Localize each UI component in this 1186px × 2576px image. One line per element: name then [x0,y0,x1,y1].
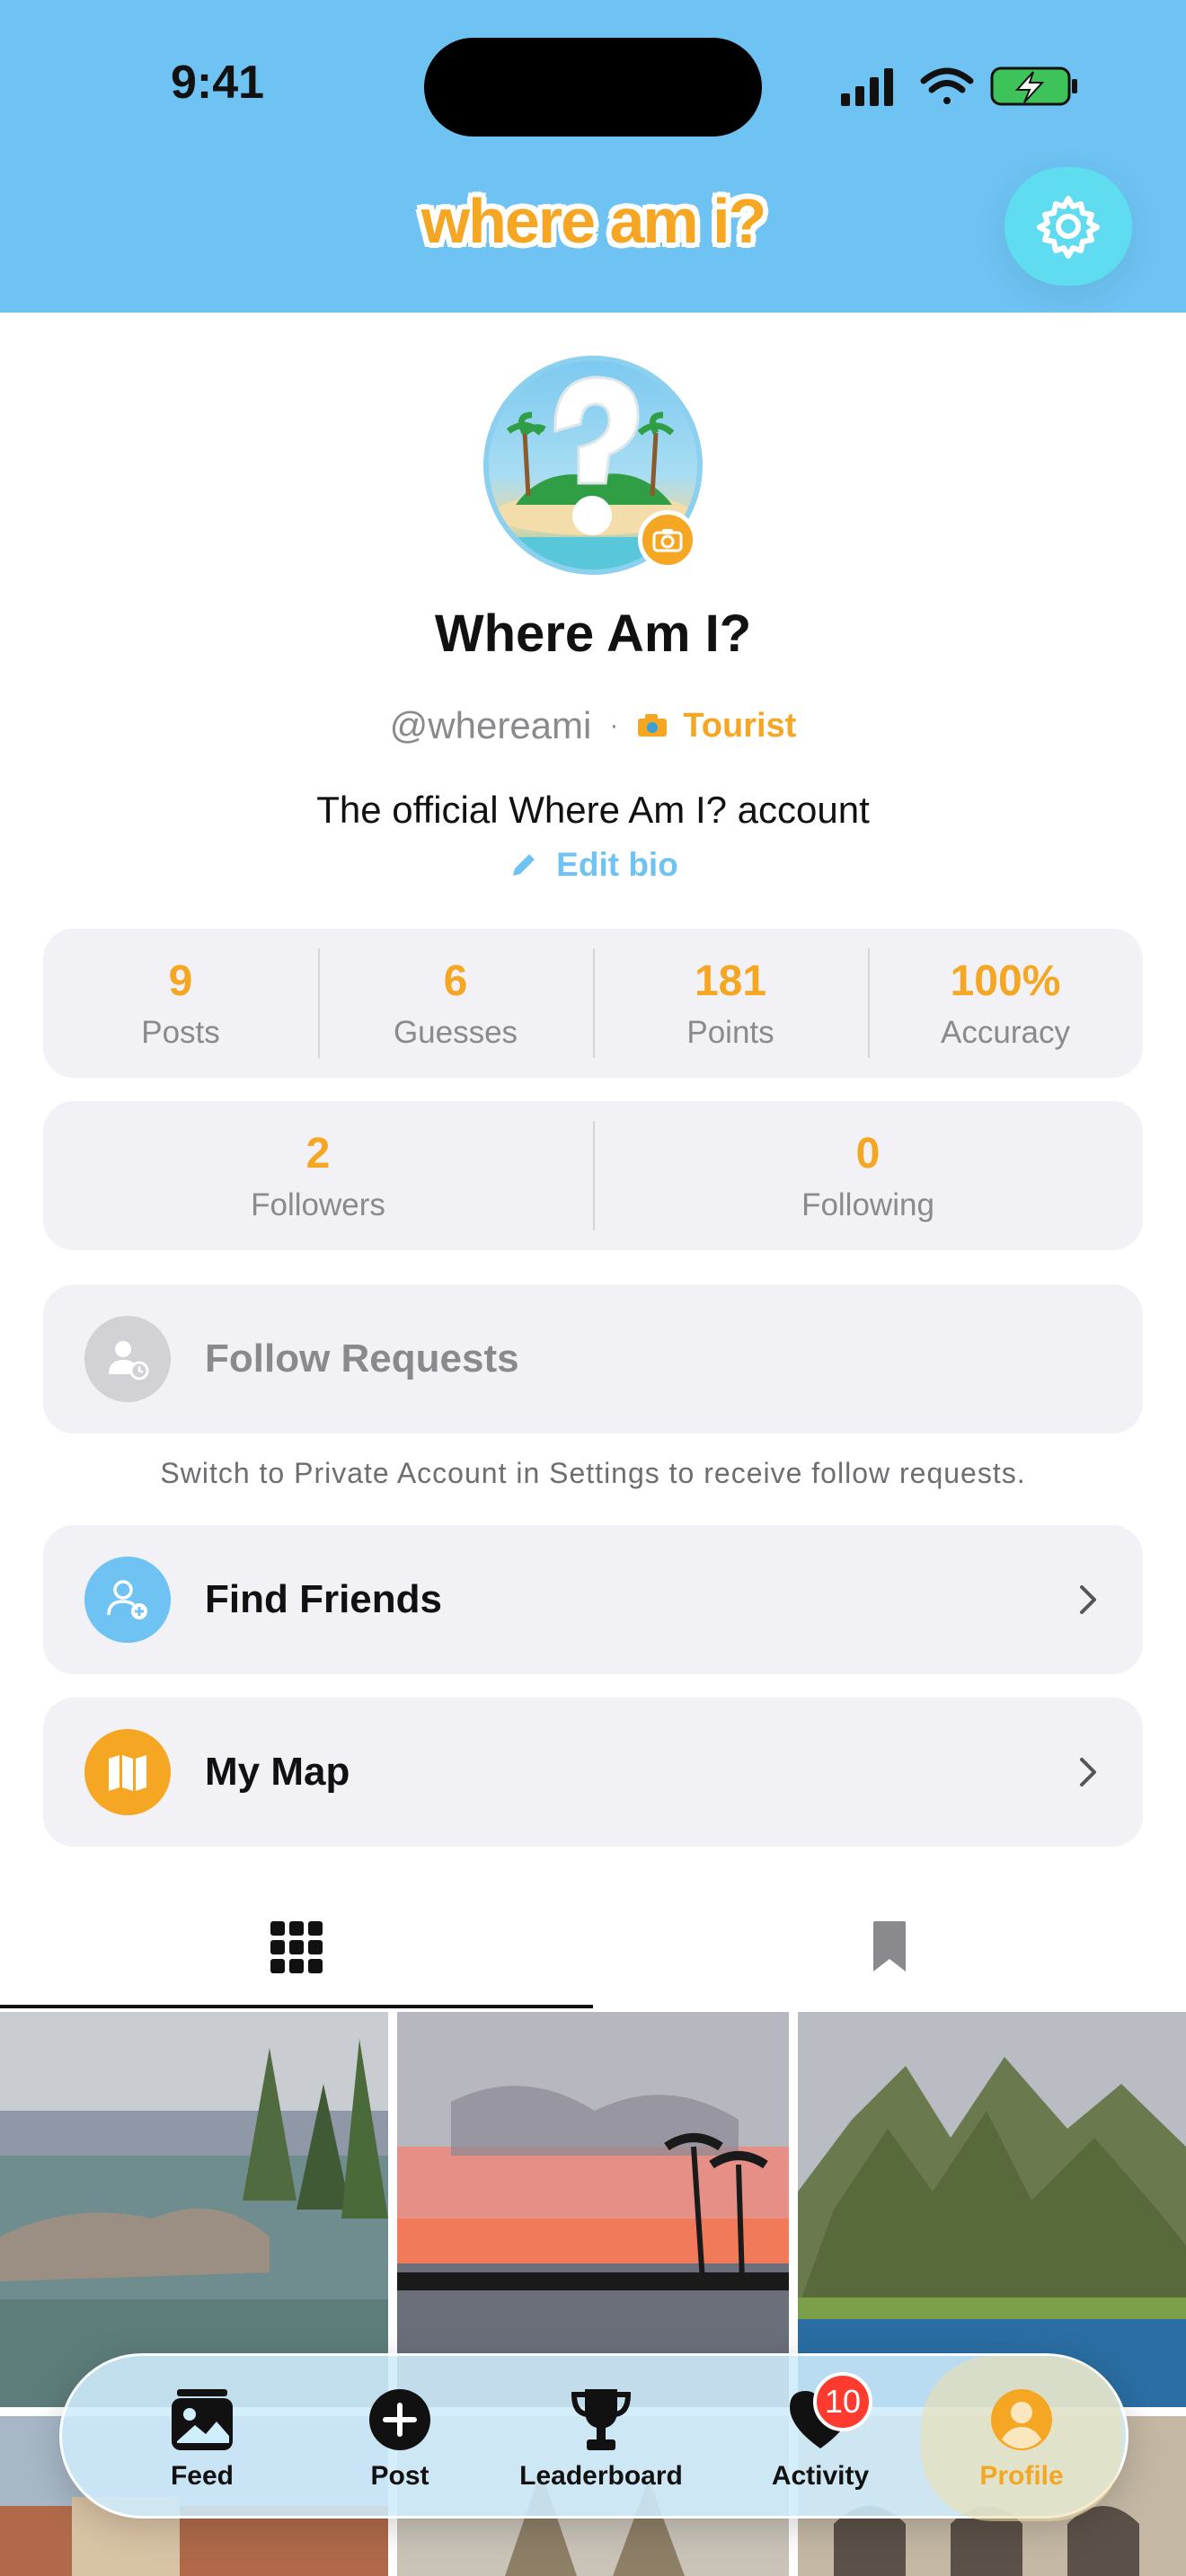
tab-post-label: Post [370,2461,429,2491]
stat-value: 100% [950,957,1061,1005]
stat-value: 0 [855,1129,881,1178]
change-photo-button[interactable] [638,510,697,569]
stat-value: 2 [305,1129,331,1178]
my-map-label: My Map [205,1750,350,1794]
grid-icon [270,1921,323,1973]
stat-label: Followers [251,1187,385,1222]
find-friends-row[interactable]: Find Friends [43,1525,1143,1674]
map-icon [109,1755,146,1791]
stat-value: 9 [168,957,193,1005]
tab-profile-label: Profile [979,2461,1064,2491]
follow-requests-label: Follow Requests [205,1337,519,1381]
bookmark-icon [873,1921,906,1972]
wifi-icon [920,67,974,104]
stat-label: Following [801,1187,934,1222]
stat-guesses[interactable]: 6 Guesses [318,929,593,1078]
stat-value: 6 [443,957,468,1005]
stat-points[interactable]: 181 Points [593,929,868,1078]
stat-followers[interactable]: 2 Followers [43,1101,593,1250]
username-handle: @whereami [389,704,592,746]
rank-label: Tourist [683,706,797,745]
tab-activity-label: Activity [771,2461,870,2491]
photo-sunset-palms[interactable] [397,2012,789,2407]
stat-label: Accuracy [941,1014,1070,1050]
cliffs-photo-art [798,2012,1186,2407]
lake-photo-art [0,2012,388,2407]
tab-leaderboard-label: Leaderboard [519,2461,683,2491]
edit-bio-button[interactable]: Edit bio [0,846,1186,884]
photo-cliffs-ocean[interactable] [798,2012,1186,2407]
user-plus-icon [107,1580,147,1619]
photo-lake-rocks[interactable] [0,2012,388,2407]
stat-value: 181 [694,957,767,1005]
cellular-signal-icon [841,68,893,106]
follow-requests-icon-bg [84,1316,171,1402]
tab-feed[interactable]: Feed [112,2356,292,2521]
stats-card: 9 Posts 6 Guesses 181 Points 100% Accura… [43,929,1143,1078]
dynamic-island [424,38,762,137]
my-map-row[interactable]: My Map [43,1698,1143,1847]
camera-rank-icon [638,714,668,737]
battery-charging-icon [990,66,1077,106]
photos-icon [172,2389,233,2450]
chevron-right-icon [1080,1585,1096,1614]
activity-badge: 10 [813,2372,872,2431]
stat-label: Points [686,1014,774,1050]
active-tab-indicator [0,2005,593,2008]
tab-posts-grid[interactable] [0,1886,593,2008]
trophy-icon [571,2389,632,2450]
profile-screen: 9:41 where am i? Where Am I? @whereami ·… [0,0,1186,2576]
tab-leaderboard[interactable]: Leaderboard [493,2356,709,2521]
bio-text: The official Where Am I? account [316,789,870,831]
user-clock-icon [109,1341,149,1381]
handle-row: @whereami · Tourist [0,704,1186,747]
pencil-icon [513,854,535,876]
app-header: 9:41 where am i? [0,0,1186,313]
tab-post[interactable]: Post [328,2356,472,2521]
follow-requests-row[interactable]: Follow Requests [43,1284,1143,1434]
bottom-tab-bar: Feed Post Leaderboard Activity 10 Profil… [59,2353,1128,2521]
find-friends-icon-bg [84,1557,171,1643]
camera-icon [652,529,683,552]
plus-icon [369,2389,430,2450]
edit-bio-label: Edit bio [556,846,678,883]
stat-posts[interactable]: 9 Posts [43,929,318,1078]
tab-saved[interactable] [593,1886,1186,2008]
display-name: Where Am I? [434,604,752,663]
status-time: 9:41 [171,57,265,109]
settings-gear-icon [1037,196,1100,259]
chevron-right-icon [1080,1758,1096,1786]
tab-profile[interactable]: Profile [921,2356,1122,2521]
stat-label: Guesses [393,1014,518,1050]
settings-button[interactable] [1005,167,1132,286]
stat-accuracy[interactable]: 100% Accuracy [868,929,1143,1078]
sunset-photo-art [397,2012,789,2407]
find-friends-label: Find Friends [205,1577,442,1621]
follow-requests-note: Switch to Private Account in Settings to… [160,1457,1026,1489]
stat-label: Posts [141,1014,220,1050]
status-icons [841,66,1077,106]
follow-stats-card: 2 Followers 0 Following [43,1101,1143,1250]
person-icon [991,2389,1052,2450]
tab-activity[interactable]: Activity 10 [730,2356,910,2521]
tab-feed-label: Feed [170,2461,235,2491]
separator-dot: · [609,710,619,740]
rank-badge: Tourist [636,707,796,745]
stat-following[interactable]: 0 Following [593,1101,1143,1250]
my-map-icon-bg [84,1729,171,1815]
